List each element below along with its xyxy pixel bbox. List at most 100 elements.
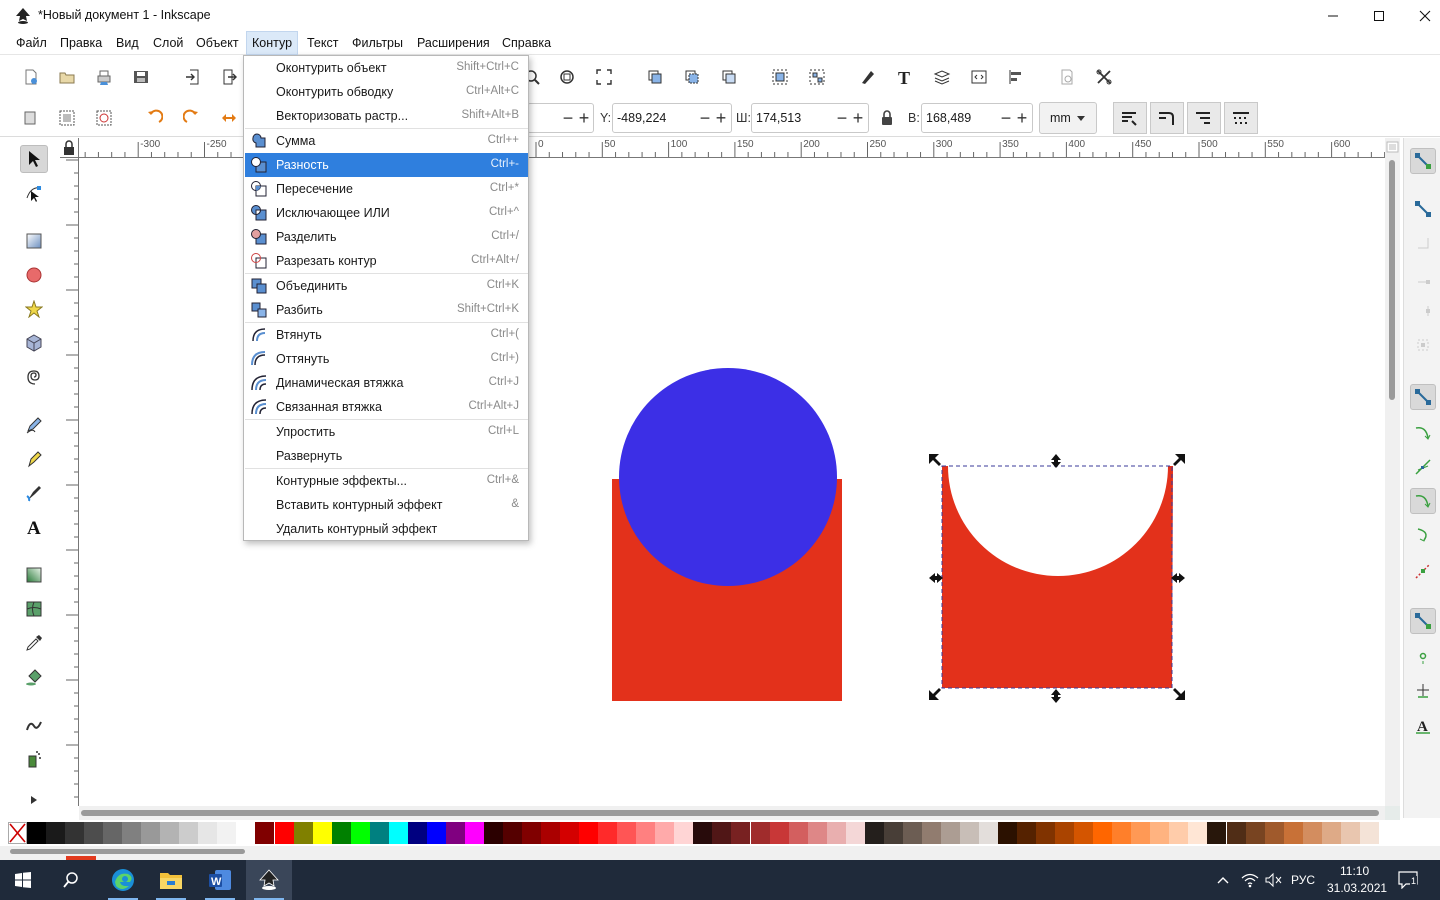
snap-bbox-midpoints-toggle[interactable] xyxy=(1410,298,1436,324)
snap-nodes-toggle[interactable] xyxy=(1410,384,1436,410)
color-swatch[interactable] xyxy=(503,822,522,844)
height-decrement-button[interactable]: − xyxy=(998,107,1014,129)
no-paint-swatch[interactable] xyxy=(8,822,27,844)
handle-top-right[interactable] xyxy=(1173,454,1185,466)
move-gradients-toggle[interactable] xyxy=(1187,102,1221,134)
mesh-tool[interactable] xyxy=(20,595,48,623)
menu-view[interactable]: Вид xyxy=(116,31,139,55)
export-button[interactable] xyxy=(217,65,241,89)
color-swatch[interactable] xyxy=(255,822,275,844)
color-swatch[interactable] xyxy=(426,822,446,844)
color-swatch[interactable] xyxy=(141,822,161,844)
menu-item-10[interactable]: Объединить Ctrl+K xyxy=(245,274,528,298)
snap-cusp-nodes-toggle[interactable] xyxy=(1410,488,1436,514)
lock-proportions-button[interactable] xyxy=(875,106,899,130)
ungroup-button[interactable] xyxy=(805,65,829,89)
duplicate-button[interactable] xyxy=(643,65,667,89)
menu-item-3[interactable]: Векторизовать растр... Shift+Alt+B xyxy=(245,104,528,128)
select-all-button[interactable] xyxy=(18,106,42,130)
snap-others-toggle[interactable] xyxy=(1410,608,1436,634)
color-swatch[interactable] xyxy=(331,822,351,844)
height-field[interactable]: 168,489 − + xyxy=(921,103,1033,133)
color-swatch[interactable] xyxy=(674,822,694,844)
paint-bucket-tool[interactable] xyxy=(20,663,48,691)
color-swatch[interactable] xyxy=(655,822,675,844)
rotate-ccw-button[interactable] xyxy=(142,106,166,130)
snap-text-baseline-toggle[interactable]: A xyxy=(1410,713,1436,739)
color-swatch[interactable] xyxy=(617,822,637,844)
menu-item-12[interactable]: Втянуть Ctrl+( xyxy=(245,323,528,347)
import-button[interactable] xyxy=(181,65,205,89)
color-swatch[interactable] xyxy=(350,822,370,844)
menu-object[interactable]: Объект xyxy=(196,31,239,55)
menu-item-17[interactable]: Развернуть xyxy=(245,444,528,468)
flip-horizontal-button[interactable] xyxy=(217,106,241,130)
color-swatch[interactable] xyxy=(1017,822,1037,844)
snap-bbox-corners-toggle[interactable] xyxy=(1410,264,1436,290)
input-language[interactable]: РУС xyxy=(1291,873,1315,887)
color-swatch[interactable] xyxy=(598,822,618,844)
color-swatch[interactable] xyxy=(826,822,846,844)
snap-rotation-center-toggle[interactable] xyxy=(1410,677,1436,703)
menu-item-7[interactable]: Исключающее ИЛИ Ctrl+^ xyxy=(245,201,528,225)
y-increment-button[interactable]: + xyxy=(713,107,729,129)
menu-item-9[interactable]: Разрезать контур Ctrl+Alt+/ xyxy=(245,249,528,273)
color-swatch[interactable] xyxy=(1245,822,1265,844)
fill-stroke-button[interactable] xyxy=(856,65,880,89)
menu-item-8[interactable]: Разделить Ctrl+/ xyxy=(245,225,528,249)
unit-select[interactable]: mm xyxy=(1039,102,1097,134)
close-button[interactable] xyxy=(1402,0,1440,31)
network-button[interactable] xyxy=(1241,872,1259,891)
menu-help[interactable]: Справка xyxy=(502,31,551,55)
align-distribute-button[interactable] xyxy=(1004,65,1028,89)
show-hidden-icons-button[interactable] xyxy=(1216,873,1230,890)
selector-tool[interactable] xyxy=(20,145,48,173)
color-swatch[interactable] xyxy=(27,822,46,844)
color-swatch[interactable] xyxy=(1188,822,1208,844)
color-swatch[interactable] xyxy=(46,822,66,844)
clock-time[interactable]: 11:10 xyxy=(1340,864,1369,878)
horizontal-scrollbar[interactable] xyxy=(79,806,1385,820)
color-swatch[interactable] xyxy=(483,822,503,844)
color-swatch[interactable] xyxy=(1207,822,1227,844)
color-swatch[interactable] xyxy=(712,822,732,844)
clone-button[interactable] xyxy=(680,65,704,89)
color-swatch[interactable] xyxy=(979,822,998,844)
color-swatch[interactable] xyxy=(1226,822,1246,844)
scroll-up-icon[interactable] xyxy=(1385,140,1400,154)
color-swatch[interactable] xyxy=(445,822,465,844)
document-properties-button[interactable] xyxy=(1055,65,1079,89)
x-decrement-button[interactable]: − xyxy=(560,107,576,129)
pencil-tool[interactable] xyxy=(20,411,48,439)
color-swatch[interactable] xyxy=(65,822,85,844)
start-button[interactable] xyxy=(0,860,46,900)
menu-edit[interactable]: Правка xyxy=(60,31,102,55)
color-swatch[interactable] xyxy=(959,822,979,844)
color-swatch[interactable] xyxy=(1321,822,1341,844)
handle-bottom-left[interactable] xyxy=(929,688,941,700)
color-swatch[interactable] xyxy=(1036,822,1056,844)
color-swatch[interactable] xyxy=(731,822,751,844)
pen-tool[interactable] xyxy=(20,445,48,473)
color-swatch[interactable] xyxy=(1112,822,1132,844)
snap-bbox-edges-toggle[interactable] xyxy=(1410,230,1436,256)
menu-item-5[interactable]: Разность Ctrl+- xyxy=(245,153,528,177)
deselect-button[interactable] xyxy=(92,106,116,130)
snap-intersections-toggle[interactable] xyxy=(1410,454,1436,480)
y-coordinate-field[interactable]: -489,224 − + xyxy=(612,103,732,133)
node-tool[interactable] xyxy=(20,179,48,207)
color-swatch[interactable] xyxy=(750,822,770,844)
color-swatch[interactable] xyxy=(160,822,180,844)
color-swatch[interactable] xyxy=(921,822,941,844)
notifications-button[interactable]: 1 xyxy=(1398,871,1418,892)
menu-item-20[interactable]: Удалить контурный эффект xyxy=(245,517,528,541)
menu-item-11[interactable]: Разбить Shift+Ctrl+K xyxy=(245,298,528,322)
xml-editor-button[interactable] xyxy=(967,65,991,89)
color-swatch[interactable] xyxy=(845,822,865,844)
menu-item-4[interactable]: Сумма Ctrl++ xyxy=(245,129,528,153)
color-swatch[interactable] xyxy=(388,822,408,844)
handle-bottom-right[interactable] xyxy=(1173,688,1185,700)
color-swatch[interactable] xyxy=(769,822,789,844)
text-tool[interactable]: A xyxy=(20,513,48,541)
scale-corners-toggle[interactable] xyxy=(1150,102,1184,134)
